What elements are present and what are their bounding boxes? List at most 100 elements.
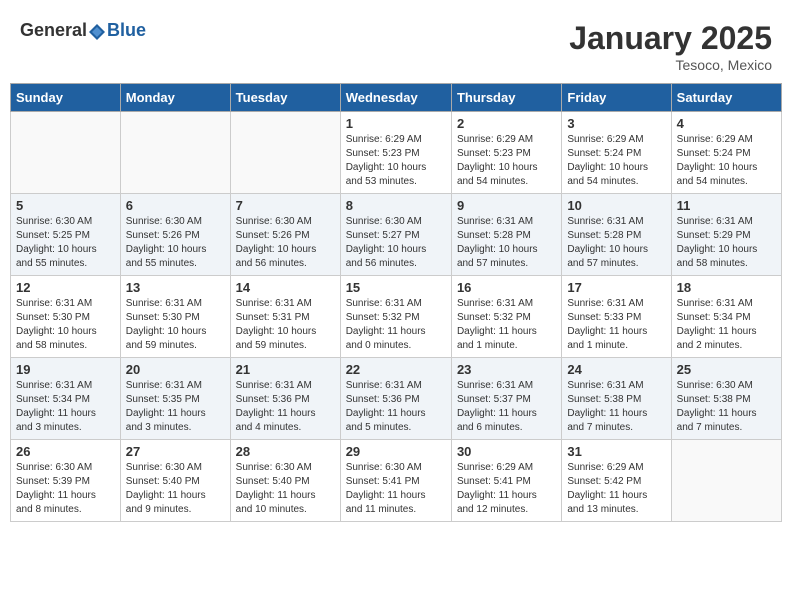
day-info: Sunrise: 6:29 AM Sunset: 5:24 PM Dayligh… — [567, 133, 665, 189]
day-number: 9 — [457, 198, 556, 213]
calendar-cell: 1 Sunrise: 6:29 AM Sunset: 5:23 PM Daylig… — [340, 112, 451, 194]
day-number: 24 — [567, 362, 665, 377]
day-info: Sunrise: 6:30 AM Sunset: 5:26 PM Dayligh… — [236, 215, 335, 271]
calendar-cell: 18 Sunrise: 6:31 AM Sunset: 5:34 PM Dayli… — [671, 276, 781, 358]
logo-general: General — [20, 20, 87, 40]
day-number: 7 — [236, 198, 335, 213]
calendar-cell: 19 Sunrise: 6:31 AM Sunset: 5:34 PM Dayli… — [11, 358, 121, 440]
day-number: 23 — [457, 362, 556, 377]
day-info: Sunrise: 6:31 AM Sunset: 5:28 PM Dayligh… — [457, 215, 556, 271]
day-number: 16 — [457, 280, 556, 295]
calendar-week-row: 19 Sunrise: 6:31 AM Sunset: 5:34 PM Dayli… — [11, 358, 782, 440]
calendar-cell: 15 Sunrise: 6:31 AM Sunset: 5:32 PM Dayli… — [340, 276, 451, 358]
day-info: Sunrise: 6:29 AM Sunset: 5:24 PM Dayligh… — [677, 133, 776, 189]
day-info: Sunrise: 6:31 AM Sunset: 5:33 PM Dayligh… — [567, 297, 665, 353]
day-info: Sunrise: 6:30 AM Sunset: 5:27 PM Dayligh… — [346, 215, 446, 271]
day-info: Sunrise: 6:29 AM Sunset: 5:23 PM Dayligh… — [346, 133, 446, 189]
day-number: 26 — [16, 444, 115, 459]
calendar-cell: 20Sunrise: 6:31 AM Sunset: 5:35 PM Dayli… — [120, 358, 230, 440]
calendar-cell: 30 Sunrise: 6:29 AM Sunset: 5:41 PM Dayli… — [451, 440, 561, 522]
weekday-header-thursday: Thursday — [451, 84, 561, 112]
day-number: 13 — [126, 280, 225, 295]
day-number: 14 — [236, 280, 335, 295]
calendar-cell — [671, 440, 781, 522]
weekday-header-monday: Monday — [120, 84, 230, 112]
day-info: Sunrise: 6:29 AM Sunset: 5:41 PM Dayligh… — [457, 461, 556, 517]
calendar-cell: 10Sunrise: 6:31 AM Sunset: 5:28 PM Dayli… — [562, 194, 671, 276]
calendar-cell: 23Sunrise: 6:31 AM Sunset: 5:37 PM Dayli… — [451, 358, 561, 440]
day-number: 5 — [16, 198, 115, 213]
day-info: Sunrise: 6:30 AM Sunset: 5:39 PM Dayligh… — [16, 461, 115, 517]
day-number: 12 — [16, 280, 115, 295]
title-block: January 2025 Tesoco, Mexico — [569, 20, 772, 73]
day-number: 4 — [677, 116, 776, 131]
calendar-cell: 24 Sunrise: 6:31 AM Sunset: 5:38 PM Dayli… — [562, 358, 671, 440]
day-number: 2 — [457, 116, 556, 131]
page-header: General Blue January 2025 Tesoco, Mexico — [10, 10, 782, 78]
weekday-header-sunday: Sunday — [11, 84, 121, 112]
calendar-cell: 26 Sunrise: 6:30 AM Sunset: 5:39 PM Dayli… — [11, 440, 121, 522]
calendar-cell — [11, 112, 121, 194]
calendar-cell — [120, 112, 230, 194]
calendar-week-row: 5 Sunrise: 6:30 AM Sunset: 5:25 PM Daylig… — [11, 194, 782, 276]
day-info: Sunrise: 6:31 AM Sunset: 5:30 PM Dayligh… — [16, 297, 115, 353]
day-info: Sunrise: 6:30 AM Sunset: 5:25 PM Dayligh… — [16, 215, 115, 271]
calendar-cell: 7 Sunrise: 6:30 AM Sunset: 5:26 PM Daylig… — [230, 194, 340, 276]
day-number: 20 — [126, 362, 225, 377]
day-info: Sunrise: 6:31 AM Sunset: 5:32 PM Dayligh… — [346, 297, 446, 353]
day-info: Sunrise: 6:30 AM Sunset: 5:41 PM Dayligh… — [346, 461, 446, 517]
day-number: 10 — [567, 198, 665, 213]
day-number: 3 — [567, 116, 665, 131]
weekday-header-row: SundayMondayTuesdayWednesdayThursdayFrid… — [11, 84, 782, 112]
calendar-week-row: 12 Sunrise: 6:31 AM Sunset: 5:30 PM Dayli… — [11, 276, 782, 358]
calendar-cell: 17 Sunrise: 6:31 AM Sunset: 5:33 PM Dayli… — [562, 276, 671, 358]
calendar-cell: 6Sunrise: 6:30 AM Sunset: 5:26 PM Daylig… — [120, 194, 230, 276]
day-number: 1 — [346, 116, 446, 131]
day-info: Sunrise: 6:31 AM Sunset: 5:31 PM Dayligh… — [236, 297, 335, 353]
calendar-week-row: 26 Sunrise: 6:30 AM Sunset: 5:39 PM Dayli… — [11, 440, 782, 522]
day-number: 21 — [236, 362, 335, 377]
day-number: 15 — [346, 280, 446, 295]
day-info: Sunrise: 6:29 AM Sunset: 5:23 PM Dayligh… — [457, 133, 556, 189]
calendar-table: SundayMondayTuesdayWednesdayThursdayFrid… — [10, 83, 782, 522]
calendar-cell: 14 Sunrise: 6:31 AM Sunset: 5:31 PM Dayli… — [230, 276, 340, 358]
day-info: Sunrise: 6:30 AM Sunset: 5:40 PM Dayligh… — [126, 461, 225, 517]
calendar-cell: 29 Sunrise: 6:30 AM Sunset: 5:41 PM Dayli… — [340, 440, 451, 522]
day-info: Sunrise: 6:31 AM Sunset: 5:34 PM Dayligh… — [677, 297, 776, 353]
calendar-cell: 22Sunrise: 6:31 AM Sunset: 5:36 PM Dayli… — [340, 358, 451, 440]
day-number: 28 — [236, 444, 335, 459]
day-info: Sunrise: 6:31 AM Sunset: 5:38 PM Dayligh… — [567, 379, 665, 435]
calendar-week-row: 1 Sunrise: 6:29 AM Sunset: 5:23 PM Daylig… — [11, 112, 782, 194]
day-number: 30 — [457, 444, 556, 459]
calendar-cell: 3 Sunrise: 6:29 AM Sunset: 5:24 PM Daylig… — [562, 112, 671, 194]
calendar-cell: 9 Sunrise: 6:31 AM Sunset: 5:28 PM Daylig… — [451, 194, 561, 276]
day-number: 18 — [677, 280, 776, 295]
logo-icon — [88, 23, 106, 41]
weekday-header-wednesday: Wednesday — [340, 84, 451, 112]
logo: General Blue — [20, 20, 146, 41]
calendar-cell: 12 Sunrise: 6:31 AM Sunset: 5:30 PM Dayli… — [11, 276, 121, 358]
day-info: Sunrise: 6:31 AM Sunset: 5:34 PM Dayligh… — [16, 379, 115, 435]
day-number: 29 — [346, 444, 446, 459]
calendar-cell: 8Sunrise: 6:30 AM Sunset: 5:27 PM Daylig… — [340, 194, 451, 276]
calendar-cell: 25 Sunrise: 6:30 AM Sunset: 5:38 PM Dayli… — [671, 358, 781, 440]
day-info: Sunrise: 6:31 AM Sunset: 5:30 PM Dayligh… — [126, 297, 225, 353]
calendar-cell — [230, 112, 340, 194]
calendar-cell: 11 Sunrise: 6:31 AM Sunset: 5:29 PM Dayli… — [671, 194, 781, 276]
day-info: Sunrise: 6:30 AM Sunset: 5:26 PM Dayligh… — [126, 215, 225, 271]
day-info: Sunrise: 6:31 AM Sunset: 5:29 PM Dayligh… — [677, 215, 776, 271]
calendar-cell: 4 Sunrise: 6:29 AM Sunset: 5:24 PM Daylig… — [671, 112, 781, 194]
month-title: January 2025 — [569, 20, 772, 57]
day-info: Sunrise: 6:30 AM Sunset: 5:38 PM Dayligh… — [677, 379, 776, 435]
location-subtitle: Tesoco, Mexico — [569, 57, 772, 73]
calendar-cell: 28Sunrise: 6:30 AM Sunset: 5:40 PM Dayli… — [230, 440, 340, 522]
calendar-cell: 13 Sunrise: 6:31 AM Sunset: 5:30 PM Dayli… — [120, 276, 230, 358]
day-number: 25 — [677, 362, 776, 377]
day-number: 22 — [346, 362, 446, 377]
calendar-cell: 2 Sunrise: 6:29 AM Sunset: 5:23 PM Daylig… — [451, 112, 561, 194]
day-number: 11 — [677, 198, 776, 213]
day-number: 17 — [567, 280, 665, 295]
calendar-cell: 5 Sunrise: 6:30 AM Sunset: 5:25 PM Daylig… — [11, 194, 121, 276]
day-number: 27 — [126, 444, 225, 459]
day-number: 19 — [16, 362, 115, 377]
